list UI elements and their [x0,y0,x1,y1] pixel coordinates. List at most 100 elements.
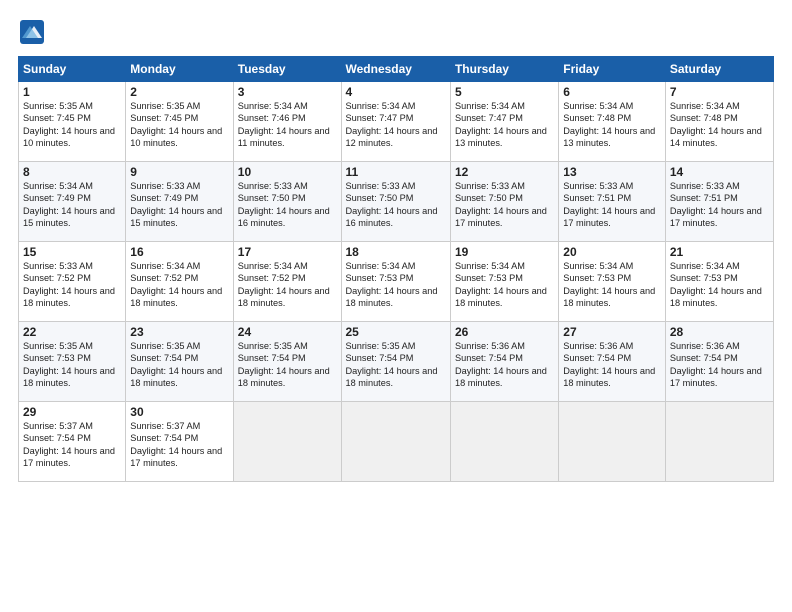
calendar-cell: 20 Sunrise: 5:34 AMSunset: 7:53 PMDayligh… [559,242,666,322]
week-row-3: 15 Sunrise: 5:33 AMSunset: 7:52 PMDayligh… [19,242,774,322]
logo-icon [18,18,46,46]
calendar-cell: 6 Sunrise: 5:34 AMSunset: 7:48 PMDaylight… [559,82,666,162]
calendar-cell: 18 Sunrise: 5:34 AMSunset: 7:53 PMDayligh… [341,242,450,322]
week-row-5: 29 Sunrise: 5:37 AMSunset: 7:54 PMDayligh… [19,402,774,482]
calendar-cell: 25 Sunrise: 5:35 AMSunset: 7:54 PMDayligh… [341,322,450,402]
cell-info: Sunrise: 5:35 AMSunset: 7:54 PMDaylight:… [346,341,438,388]
day-number: 4 [346,85,446,99]
calendar-cell: 21 Sunrise: 5:34 AMSunset: 7:53 PMDayligh… [665,242,773,322]
day-number: 25 [346,325,446,339]
calendar-cell: 9 Sunrise: 5:33 AMSunset: 7:49 PMDaylight… [126,162,233,242]
day-number: 8 [23,165,121,179]
cell-info: Sunrise: 5:37 AMSunset: 7:54 PMDaylight:… [130,421,222,468]
day-number: 28 [670,325,769,339]
week-row-2: 8 Sunrise: 5:34 AMSunset: 7:49 PMDaylight… [19,162,774,242]
calendar-cell: 7 Sunrise: 5:34 AMSunset: 7:48 PMDaylight… [665,82,773,162]
calendar-cell [559,402,666,482]
cell-info: Sunrise: 5:34 AMSunset: 7:48 PMDaylight:… [670,101,762,148]
day-number: 20 [563,245,661,259]
calendar-table: SundayMondayTuesdayWednesdayThursdayFrid… [18,56,774,482]
calendar-cell: 13Sunrise: 5:33 AMSunset: 7:51 PMDayligh… [559,162,666,242]
header-tuesday: Tuesday [233,57,341,82]
cell-info: Sunrise: 5:34 AMSunset: 7:53 PMDaylight:… [563,261,655,308]
calendar-cell: 5 Sunrise: 5:34 AMSunset: 7:47 PMDaylight… [450,82,558,162]
day-number: 5 [455,85,554,99]
cell-info: Sunrise: 5:33 AMSunset: 7:52 PMDaylight:… [23,261,115,308]
cell-info: Sunrise: 5:33 AMSunset: 7:51 PMDaylight:… [670,181,762,228]
week-row-1: 1Sunrise: 5:35 AMSunset: 7:45 PMDaylight… [19,82,774,162]
cell-info: Sunrise: 5:34 AMSunset: 7:53 PMDaylight:… [455,261,547,308]
day-number: 9 [130,165,228,179]
cell-info: Sunrise: 5:36 AMSunset: 7:54 PMDaylight:… [455,341,547,388]
day-number: 18 [346,245,446,259]
calendar-cell: 12Sunrise: 5:33 AMSunset: 7:50 PMDayligh… [450,162,558,242]
calendar-cell: 10 Sunrise: 5:33 AMSunset: 7:50 PMDayligh… [233,162,341,242]
calendar-cell: 11 Sunrise: 5:33 AMSunset: 7:50 PMDayligh… [341,162,450,242]
day-number: 15 [23,245,121,259]
cell-info: Sunrise: 5:33 AMSunset: 7:50 PMDaylight:… [238,181,330,228]
cell-info: Sunrise: 5:34 AMSunset: 7:49 PMDaylight:… [23,181,115,228]
calendar-cell: 2 Sunrise: 5:35 AMSunset: 7:45 PMDaylight… [126,82,233,162]
day-number: 19 [455,245,554,259]
header-thursday: Thursday [450,57,558,82]
week-row-4: 22Sunrise: 5:35 AMSunset: 7:53 PMDayligh… [19,322,774,402]
calendar-cell [341,402,450,482]
header-sunday: Sunday [19,57,126,82]
calendar-cell: 22Sunrise: 5:35 AMSunset: 7:53 PMDayligh… [19,322,126,402]
cell-info: Sunrise: 5:33 AMSunset: 7:50 PMDaylight:… [455,181,547,228]
day-number: 14 [670,165,769,179]
cell-info: Sunrise: 5:35 AMSunset: 7:53 PMDaylight:… [23,341,115,388]
day-number: 29 [23,405,121,419]
calendar-cell: 16 Sunrise: 5:34 AMSunset: 7:52 PMDayligh… [126,242,233,322]
calendar-cell: 26 Sunrise: 5:36 AMSunset: 7:54 PMDayligh… [450,322,558,402]
cell-info: Sunrise: 5:33 AMSunset: 7:50 PMDaylight:… [346,181,438,228]
cell-info: Sunrise: 5:37 AMSunset: 7:54 PMDaylight:… [23,421,115,468]
calendar-cell [450,402,558,482]
day-number: 21 [670,245,769,259]
calendar-cell: 15 Sunrise: 5:33 AMSunset: 7:52 PMDayligh… [19,242,126,322]
day-number: 27 [563,325,661,339]
day-number: 2 [130,85,228,99]
day-number: 16 [130,245,228,259]
day-number: 11 [346,165,446,179]
header-saturday: Saturday [665,57,773,82]
calendar-cell [233,402,341,482]
cell-info: Sunrise: 5:34 AMSunset: 7:48 PMDaylight:… [563,101,655,148]
cell-info: Sunrise: 5:34 AMSunset: 7:53 PMDaylight:… [346,261,438,308]
day-number: 17 [238,245,337,259]
day-number: 3 [238,85,337,99]
day-number: 7 [670,85,769,99]
cell-info: Sunrise: 5:34 AMSunset: 7:52 PMDaylight:… [130,261,222,308]
cell-info: Sunrise: 5:34 AMSunset: 7:47 PMDaylight:… [455,101,547,148]
day-number: 26 [455,325,554,339]
header [18,18,774,46]
calendar-cell: 1Sunrise: 5:35 AMSunset: 7:45 PMDaylight… [19,82,126,162]
cell-info: Sunrise: 5:36 AMSunset: 7:54 PMDaylight:… [563,341,655,388]
day-number: 23 [130,325,228,339]
cell-info: Sunrise: 5:34 AMSunset: 7:52 PMDaylight:… [238,261,330,308]
day-number: 6 [563,85,661,99]
cell-info: Sunrise: 5:35 AMSunset: 7:45 PMDaylight:… [23,101,115,148]
cell-info: Sunrise: 5:33 AMSunset: 7:51 PMDaylight:… [563,181,655,228]
logo [18,18,50,46]
calendar-cell: 27 Sunrise: 5:36 AMSunset: 7:54 PMDayligh… [559,322,666,402]
calendar-cell: 17 Sunrise: 5:34 AMSunset: 7:52 PMDayligh… [233,242,341,322]
cell-info: Sunrise: 5:33 AMSunset: 7:49 PMDaylight:… [130,181,222,228]
header-monday: Monday [126,57,233,82]
cell-info: Sunrise: 5:36 AMSunset: 7:54 PMDaylight:… [670,341,762,388]
cell-info: Sunrise: 5:35 AMSunset: 7:54 PMDaylight:… [238,341,330,388]
calendar-cell: 3 Sunrise: 5:34 AMSunset: 7:46 PMDaylight… [233,82,341,162]
page: SundayMondayTuesdayWednesdayThursdayFrid… [0,0,792,612]
cell-info: Sunrise: 5:34 AMSunset: 7:46 PMDaylight:… [238,101,330,148]
calendar-cell: 4 Sunrise: 5:34 AMSunset: 7:47 PMDaylight… [341,82,450,162]
cell-info: Sunrise: 5:34 AMSunset: 7:47 PMDaylight:… [346,101,438,148]
calendar-cell: 23 Sunrise: 5:35 AMSunset: 7:54 PMDayligh… [126,322,233,402]
cell-info: Sunrise: 5:34 AMSunset: 7:53 PMDaylight:… [670,261,762,308]
header-friday: Friday [559,57,666,82]
calendar-header-row: SundayMondayTuesdayWednesdayThursdayFrid… [19,57,774,82]
cell-info: Sunrise: 5:35 AMSunset: 7:54 PMDaylight:… [130,341,222,388]
cell-info: Sunrise: 5:35 AMSunset: 7:45 PMDaylight:… [130,101,222,148]
day-number: 10 [238,165,337,179]
calendar-cell: 29 Sunrise: 5:37 AMSunset: 7:54 PMDayligh… [19,402,126,482]
calendar-cell: 8 Sunrise: 5:34 AMSunset: 7:49 PMDaylight… [19,162,126,242]
